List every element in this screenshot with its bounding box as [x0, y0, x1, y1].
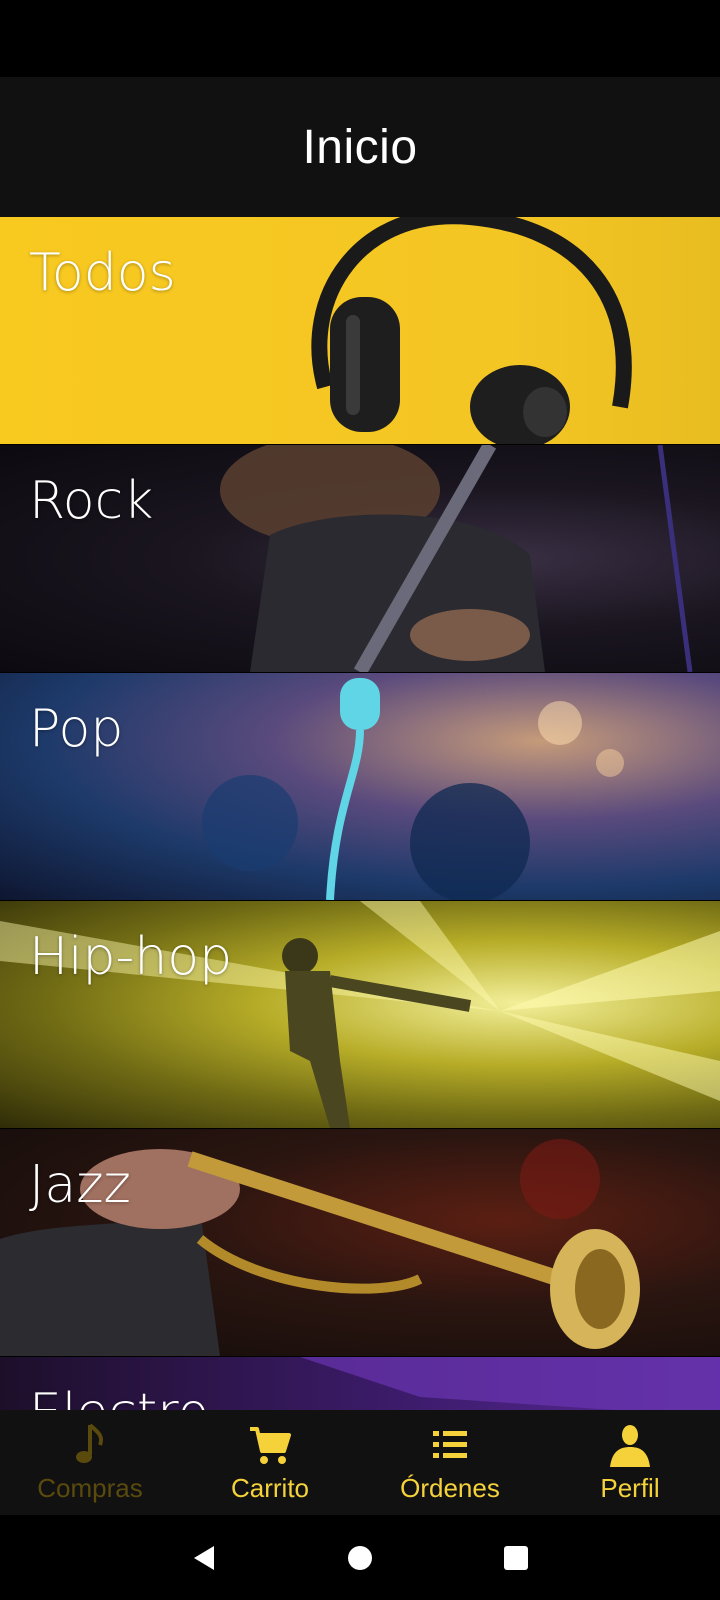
nav-ordenes[interactable]: Órdenes [360, 1410, 540, 1515]
home-circle-icon [348, 1545, 372, 1570]
recents-button[interactable] [498, 1540, 534, 1576]
category-hip-hop[interactable]: Hip-hop [0, 901, 720, 1128]
nav-perfil[interactable]: Perfil [540, 1410, 720, 1515]
category-pop[interactable]: Pop [0, 673, 720, 900]
nav-carrito[interactable]: Carrito [180, 1410, 360, 1515]
nav-compras[interactable]: Compras [0, 1410, 180, 1515]
person-icon [610, 1425, 650, 1467]
category-label: Rock [29, 471, 154, 531]
status-bar [0, 0, 720, 77]
nav-label: Compras [37, 1473, 143, 1503]
category-rock[interactable]: Rock [0, 445, 720, 672]
category-label: Jazz [29, 1155, 131, 1215]
list-icon [433, 1431, 467, 1458]
music-note-icon [76, 1423, 103, 1463]
category-jazz[interactable]: Jazz [0, 1129, 720, 1356]
nav-label: Órdenes [400, 1473, 500, 1503]
nav-label: Perfil [600, 1473, 660, 1503]
nav-label: Carrito [230, 1473, 309, 1503]
recents-square-icon [504, 1545, 528, 1570]
system-navigation-bar [0, 1515, 720, 1600]
category-list[interactable]: Todos Rock Pop Hip-hop Jazz [0, 217, 720, 1410]
category-label: Pop [29, 699, 124, 759]
category-label: Electro [29, 1383, 209, 1410]
category-todos[interactable]: Todos [0, 217, 720, 444]
page-title: Inicio [302, 120, 418, 174]
app-bar: Inicio [0, 77, 720, 217]
cart-icon [250, 1427, 291, 1464]
category-label: Hip-hop [29, 927, 233, 987]
category-electro[interactable]: Electro [0, 1357, 720, 1410]
category-label: Todos [29, 243, 176, 303]
bottom-navigation: Compras Carrito Órdenes Perfil [0, 1410, 720, 1515]
back-triangle-icon [194, 1545, 214, 1570]
back-button[interactable] [186, 1540, 222, 1576]
home-button[interactable] [342, 1540, 378, 1576]
